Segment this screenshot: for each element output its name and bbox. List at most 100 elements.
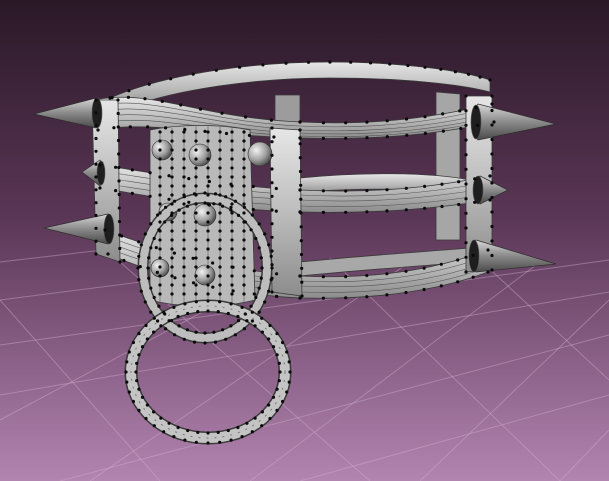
vertex-point [194, 166, 198, 170]
vertex-point [321, 210, 325, 214]
vertex-point [182, 130, 186, 134]
vertex-point [275, 353, 279, 357]
vertex-point [96, 128, 100, 132]
vertex-point [300, 294, 304, 298]
vertex-point [182, 256, 186, 260]
vertex-point [251, 207, 255, 212]
vertex-point [218, 300, 222, 304]
vertex-point [464, 109, 468, 113]
vertex-point [182, 184, 186, 188]
vertex-point [170, 184, 174, 188]
vertex-point [271, 345, 276, 349]
vertex-point [158, 157, 162, 161]
vertex-point [158, 265, 162, 269]
vertex-point [137, 353, 141, 357]
vertex-point [344, 296, 348, 300]
vertex-point [206, 193, 210, 197]
vertex-point [423, 184, 427, 188]
vertex-point [183, 302, 187, 306]
vertex-point [127, 350, 131, 354]
vertex-point [464, 153, 468, 157]
vertex-point [143, 300, 147, 304]
vertex-point [385, 209, 389, 213]
vertex-point [490, 94, 494, 98]
vertex-point [170, 256, 174, 260]
vertex-point [404, 290, 408, 295]
vertex-point [182, 238, 186, 242]
vertex-point [486, 270, 490, 274]
vertex-point [252, 292, 256, 296]
vertex-point [404, 186, 408, 190]
vertex-point [94, 111, 98, 115]
vertex-point [218, 148, 222, 152]
vertex-point [206, 299, 210, 303]
vertex-point [94, 149, 98, 153]
vertex-point [157, 304, 161, 308]
vertex-point [139, 289, 143, 293]
vertex-point [218, 292, 222, 296]
vertex-point [206, 283, 210, 287]
vertex-point [182, 175, 186, 179]
vertex-point [158, 139, 162, 143]
vertex-point [194, 220, 198, 224]
vertex-point [385, 119, 389, 123]
vertex-point [486, 248, 490, 252]
vertex-point [137, 387, 141, 391]
vertex-point [365, 273, 369, 278]
vertex-point [298, 188, 302, 192]
vertex-point [196, 310, 200, 314]
vertex-point [404, 117, 409, 121]
vertex-point [186, 311, 190, 316]
vertex-point [230, 211, 234, 215]
vertex-point [344, 136, 348, 140]
3d-viewport[interactable] [0, 0, 609, 481]
vertex-point [490, 123, 494, 127]
vertex-point [194, 130, 198, 134]
vertex-point [177, 324, 181, 328]
vertex-point [124, 370, 128, 374]
vertex-point [149, 286, 153, 290]
vertex-point [321, 189, 325, 193]
vertex-point [158, 238, 162, 242]
vertex-point [146, 266, 150, 270]
vertex-point [488, 174, 492, 178]
vertex-point [244, 115, 248, 119]
vertex-point [134, 370, 138, 374]
vertex-point [106, 252, 110, 256]
vertex-point [114, 189, 118, 193]
vertex-point [464, 167, 468, 171]
vertex-point [439, 284, 443, 288]
vertex-point [453, 70, 457, 74]
vertex-point [170, 247, 174, 251]
vertex-point [203, 341, 207, 345]
vertex-point [117, 179, 121, 183]
vertex-point [242, 327, 246, 331]
vertex-point [275, 387, 279, 391]
vertex-point [182, 139, 186, 143]
vertex-point [218, 139, 222, 143]
vertex-point [221, 328, 225, 332]
vertex-point [229, 324, 233, 328]
vertex-point [439, 67, 443, 71]
vertex-point [206, 292, 210, 296]
vertex-point [140, 345, 145, 349]
vertex-point [230, 283, 234, 287]
vertex-point [467, 72, 471, 76]
vertex-point [117, 165, 121, 170]
vertex-point [298, 136, 302, 140]
vertex-point [206, 247, 210, 251]
vertex-point [260, 410, 264, 414]
vertex-point [224, 131, 229, 136]
vertex-point [464, 94, 468, 98]
vertex-point [242, 274, 246, 278]
vertex-point [194, 211, 198, 215]
vertex-point [365, 136, 369, 140]
vertex-point [218, 283, 222, 287]
vertex-point [176, 425, 180, 430]
vertex-point [254, 236, 258, 241]
vertex-point [298, 274, 302, 278]
vertex-point [172, 305, 176, 309]
vertex-point [158, 292, 162, 296]
vertex-point [275, 408, 279, 412]
vertex-point [242, 175, 246, 179]
